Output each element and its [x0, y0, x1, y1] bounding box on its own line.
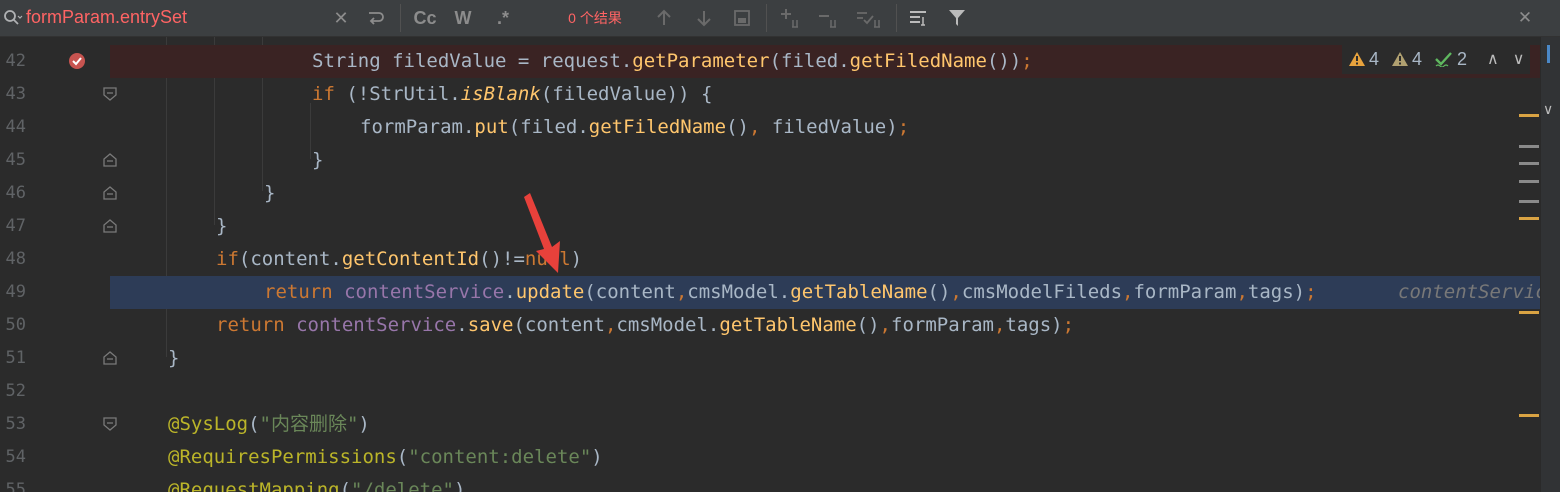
add-occurrence-icon[interactable] — [778, 0, 806, 36]
right-tool-strip: ∨ — [1540, 37, 1560, 492]
line-number: 42 — [5, 51, 26, 71]
find-bar: ✕ Cc W .* 0 个结果 ✕ — [0, 0, 1560, 37]
line-number: 54 — [5, 447, 26, 467]
close-icon[interactable]: ✕ — [1514, 0, 1536, 36]
code-text: } — [312, 149, 324, 171]
warning-marker[interactable] — [1519, 414, 1539, 417]
weak-warnings-counter[interactable]: 4 — [1391, 49, 1422, 70]
code-line[interactable]: 44 formParam.put(filed.getFiledName(), f… — [0, 111, 1540, 144]
code-line[interactable]: 43 if (!StrUtil.isBlank(filedValue)) { — [0, 78, 1540, 111]
code-text: String filedValue = request.getParameter… — [312, 50, 1033, 72]
line-number: 55 — [5, 480, 26, 492]
undo-icon[interactable] — [362, 0, 388, 36]
code-text: } — [216, 215, 228, 237]
fold-icon[interactable] — [102, 86, 118, 102]
inspection-widget[interactable]: 4 4 2 ∧ ∨ — [1342, 44, 1531, 74]
code-text: @RequiresPermissions("content:delete") — [168, 446, 603, 468]
settings-list-icon[interactable] — [906, 0, 932, 36]
arrow-down-icon[interactable] — [692, 0, 716, 36]
code-line[interactable]: 50 return contentService.save(content,cm… — [0, 309, 1540, 342]
fold-icon[interactable] — [102, 218, 118, 234]
chevron-up-icon[interactable]: ∧ — [1487, 49, 1499, 69]
code-text: if (!StrUtil.isBlank(filedValue)) { — [312, 83, 713, 105]
code-text: return contentService.update(content,cms… — [264, 281, 1317, 303]
typos-counter[interactable]: 2 — [1434, 49, 1467, 70]
search-input[interactable] — [26, 4, 376, 30]
line-number: 52 — [5, 381, 26, 401]
fold-icon[interactable] — [102, 350, 118, 366]
code-text: } — [168, 347, 180, 369]
scroll-marker[interactable] — [1519, 162, 1539, 165]
line-number: 49 — [5, 282, 26, 302]
check-icon — [1435, 52, 1452, 67]
warning-marker[interactable] — [1519, 311, 1539, 314]
warning-marker[interactable] — [1519, 217, 1539, 220]
fold-icon[interactable] — [102, 185, 118, 201]
code-text: formParam.put(filed.getFiledName(), file… — [360, 116, 910, 138]
warning-marker[interactable] — [1519, 114, 1539, 117]
code-line[interactable]: 54 @RequiresPermissions("content:delete"… — [0, 441, 1540, 474]
whole-words-button[interactable]: W — [450, 0, 476, 36]
breakpoint-icon[interactable] — [68, 52, 86, 70]
code-line[interactable]: 47 } — [0, 210, 1540, 243]
code-text: return contentService.save(content,cmsMo… — [216, 314, 1075, 336]
result-count: 0 个结果 — [568, 10, 622, 26]
fold-icon[interactable] — [102, 416, 118, 432]
inline-debug-value: contentServic — [1398, 281, 1540, 303]
warning-icon — [1349, 52, 1365, 66]
regex-button[interactable]: .* — [488, 0, 518, 36]
code-text: @SysLog("内容删除") — [168, 413, 370, 435]
weak-warning-icon — [1392, 52, 1409, 66]
separator — [896, 4, 897, 32]
code-editor[interactable]: 42 String filedValue = request.getParame… — [0, 37, 1540, 492]
line-number: 45 — [5, 150, 26, 170]
chevron-down-icon[interactable]: ∨ — [1543, 101, 1553, 118]
code-line[interactable]: 52 — [0, 375, 1540, 408]
separator — [400, 4, 401, 32]
filter-icon[interactable] — [944, 0, 970, 36]
code-line[interactable]: 53 @SysLog("内容删除") — [0, 408, 1540, 441]
code-line-current[interactable]: 49 return contentService.update(content,… — [0, 276, 1540, 309]
remove-occurrence-icon[interactable] — [816, 0, 844, 36]
separator — [766, 4, 767, 32]
select-all-icon[interactable] — [854, 0, 884, 36]
line-number: 47 — [5, 216, 26, 236]
line-number: 50 — [5, 315, 26, 335]
line-number: 48 — [5, 249, 26, 269]
code-line[interactable]: 55 @RequestMapping("/delete") — [0, 474, 1540, 492]
scroll-marker[interactable] — [1519, 180, 1539, 183]
line-number: 43 — [5, 84, 26, 104]
search-icon[interactable] — [2, 0, 24, 36]
line-number: 53 — [5, 414, 26, 434]
strip-indicator — [1547, 45, 1550, 63]
chevron-down-icon[interactable]: ∨ — [1513, 49, 1525, 69]
line-number: 51 — [5, 348, 26, 368]
code-text: } — [264, 182, 276, 204]
code-line[interactable]: 48 if(content.getContentId()!=null) — [0, 243, 1540, 276]
fold-icon[interactable] — [102, 152, 118, 168]
code-line[interactable]: 45 } — [0, 144, 1540, 177]
red-arrow-annotation — [524, 193, 560, 273]
scroll-marker[interactable] — [1519, 145, 1539, 148]
warnings-counter[interactable]: 4 — [1348, 49, 1379, 70]
match-case-button[interactable]: Cc — [410, 0, 440, 36]
arrow-up-icon[interactable] — [652, 0, 676, 36]
line-number: 44 — [5, 117, 26, 137]
code-text: @RequestMapping("/delete") — [168, 479, 466, 492]
line-number: 46 — [5, 183, 26, 203]
code-line[interactable]: 42 String filedValue = request.getParame… — [0, 45, 1540, 78]
clear-search-icon[interactable]: ✕ — [330, 0, 352, 36]
code-line[interactable]: 51 } — [0, 342, 1540, 375]
code-line[interactable]: 46 } — [0, 177, 1540, 210]
window-icon[interactable] — [730, 0, 754, 36]
scroll-marker[interactable] — [1519, 200, 1539, 203]
